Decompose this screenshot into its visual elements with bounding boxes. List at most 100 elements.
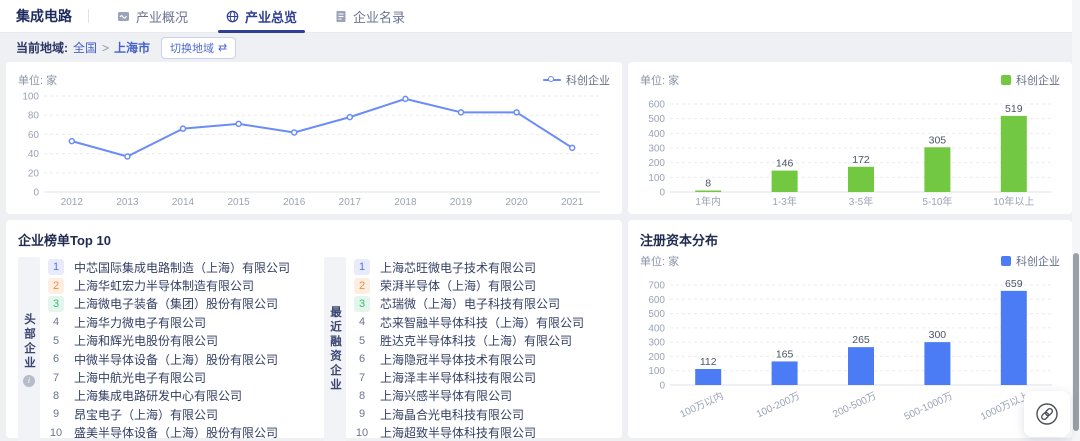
list-item[interactable]: 10 上海超致半导体科技有限公司 [346, 424, 610, 441]
list-item[interactable]: 2荣湃半导体（上海）有限公司 [346, 276, 610, 294]
company-name[interactable]: 昂宝电子（上海）有限公司 [74, 406, 218, 423]
yearly-trend-line-chart: 0204060801002012201320142015201620172018… [18, 90, 610, 210]
rank-badge: 2 [48, 278, 64, 294]
svg-text:200: 200 [648, 352, 665, 363]
list-rows: 1 上海芯旺微电子技术有限公司2荣湃半导体（上海）有限公司3芯瑞微（上海）电子科技… [346, 257, 610, 441]
list-item[interactable]: 10盛美半导体设备（上海）股份有限公司 [40, 424, 304, 441]
list-item[interactable]: 1 上海芯旺微电子技术有限公司 [346, 258, 610, 276]
svg-text:2015: 2015 [227, 197, 250, 208]
square-legend-marker [1001, 256, 1011, 266]
vertical-scrollbar [1072, 0, 1080, 441]
company-name[interactable]: 芯来智融半导体科技（上海）有限公司 [380, 314, 584, 331]
line-legend-marker [543, 75, 561, 85]
list-side-label-column: 最近融资企业 [324, 257, 346, 441]
rank-badge: 6 [354, 351, 370, 367]
rank-badge: 1 [354, 259, 370, 275]
company-name[interactable]: 上海集成电路研发中心有限公司 [74, 387, 242, 404]
company-name[interactable]: 荣湃半导体（上海）有限公司 [380, 277, 536, 294]
company-name[interactable]: 上海芯旺微电子技术有限公司 [380, 259, 536, 276]
list-item[interactable]: 4芯来智融半导体科技（上海）有限公司 [346, 313, 610, 331]
list-item[interactable]: 8上海集成电路研发中心有限公司 [40, 387, 304, 405]
company-name[interactable]: 中芯国际集成电路制造（上海）有限公司 [74, 259, 290, 276]
svg-text:20: 20 [28, 168, 40, 179]
svg-text:10年以上: 10年以上 [993, 195, 1034, 208]
top10-panel: 企业榜单Top 10 头部企业 i 1中芯国际集成电路制造（上海）有限公司2上海… [6, 220, 622, 438]
company-name[interactable]: 上海超致半导体科技有限公司 [380, 424, 536, 441]
list-item[interactable]: 1 中芯国际集成电路制造（上海）有限公司 [40, 258, 304, 276]
floating-link-button[interactable] [1024, 391, 1070, 437]
capital-legend[interactable]: 科创企业 [1001, 253, 1060, 269]
list-item[interactable]: 7上海中航光电子有限公司 [40, 368, 304, 386]
svg-text:100-200万: 100-200万 [755, 391, 802, 421]
rank-badge: 1 [48, 259, 64, 275]
list-rows: 1 中芯国际集成电路制造（上海）有限公司 2 上海华虹宏力半导体制造有限公司3上海微电… [40, 257, 304, 441]
scrollbar-thumb[interactable] [1073, 253, 1079, 431]
svg-text:100: 100 [648, 366, 665, 377]
rank-badge: 7 [354, 370, 370, 386]
list-item[interactable]: 4 上海华力微电子有限公司 [40, 313, 304, 331]
list-item[interactable]: 5 上海和辉光电股份有限公司 [40, 332, 304, 350]
svg-text:3-5年: 3-5年 [849, 195, 873, 208]
svg-text:100: 100 [648, 173, 665, 184]
list-item[interactable]: 8 上海兴感半导体有限公司 [346, 387, 610, 405]
rank-badge: 4 [48, 314, 64, 330]
list-item[interactable]: 9 上海晶合光电科技有限公司 [346, 405, 610, 423]
svg-text:2016: 2016 [283, 197, 306, 208]
rank-badge: 5 [48, 333, 64, 349]
company-name[interactable]: 盛美半导体设备（上海）股份有限公司 [74, 424, 278, 441]
list-item[interactable]: 5胜达克半导体科技（上海）有限公司 [346, 332, 610, 350]
switch-region-button[interactable]: 切换地域 ⇄ [161, 37, 236, 59]
tab-industry-overview[interactable]: 产业总览 [218, 0, 305, 33]
line-legend[interactable]: 科创企业 [543, 72, 610, 88]
list-item[interactable]: 7 上海泽丰半导体科技有限公司 [346, 368, 610, 386]
rank-badge: 8 [354, 388, 370, 404]
registered-capital-panel: 注册资本分布 单位: 家 科创企业 0100200300400500600700… [628, 220, 1072, 438]
location-root-link[interactable]: 全国 [73, 39, 97, 56]
svg-text:2017: 2017 [339, 197, 362, 208]
list-item[interactable]: 3上海微电子装备（集团）股份有限公司 [40, 295, 304, 313]
company-name[interactable]: 上海华力微电子有限公司 [74, 314, 206, 331]
svg-text:165: 165 [776, 348, 794, 360]
svg-text:2014: 2014 [172, 197, 195, 208]
list-item[interactable]: 6 上海隐冠半导体技术有限公司 [346, 350, 610, 368]
company-name[interactable]: 上海兴感半导体有限公司 [380, 387, 512, 404]
svg-text:300: 300 [929, 329, 947, 341]
svg-text:8: 8 [705, 178, 711, 190]
company-name[interactable]: 上海华虹宏力半导体制造有限公司 [74, 277, 254, 294]
tab-industry-profile[interactable]: 产业概况 [109, 0, 196, 33]
panel-title: 企业榜单Top 10 [18, 230, 610, 249]
company-name[interactable]: 上海隐冠半导体技术有限公司 [380, 351, 536, 368]
company-name[interactable]: 上海泽丰半导体科技有限公司 [380, 369, 536, 386]
list-item[interactable]: 3芯瑞微（上海）电子科技有限公司 [346, 295, 610, 313]
establishment-age-bar-chart: 010020030040050060081年内1461-3年1723-5年305… [640, 90, 1060, 210]
svg-text:305: 305 [929, 134, 947, 146]
directory-icon [335, 10, 347, 23]
company-name[interactable]: 芯瑞微（上海）电子科技有限公司 [380, 295, 560, 312]
company-name[interactable]: 中微半导体设备（上海）股份有限公司 [74, 351, 278, 368]
company-name[interactable]: 胜达克半导体科技（上海）有限公司 [380, 332, 572, 349]
tab-company-directory[interactable]: 企业名录 [327, 0, 413, 33]
company-name[interactable]: 上海和辉光电股份有限公司 [74, 332, 218, 349]
svg-text:2012: 2012 [61, 197, 84, 208]
age-legend[interactable]: 科创企业 [1001, 72, 1060, 88]
svg-text:500-1000万: 500-1000万 [903, 391, 955, 423]
svg-text:0: 0 [659, 381, 665, 392]
svg-text:500: 500 [648, 309, 665, 320]
svg-text:2019: 2019 [450, 197, 473, 208]
top-navbar: 集成电路 产业概况 产业总览 企业名录 [0, 0, 1080, 33]
list-item[interactable]: 2 上海华虹宏力半导体制造有限公司 [40, 276, 304, 294]
rank-badge: 9 [354, 406, 370, 422]
company-name[interactable]: 上海晶合光电科技有限公司 [380, 406, 524, 423]
swap-icon: ⇄ [218, 41, 227, 54]
company-name[interactable]: 上海中航光电子有限公司 [74, 369, 206, 386]
svg-text:0: 0 [33, 188, 39, 199]
side-label: 最近融资企业 [327, 306, 343, 393]
rank-badge: 10 [354, 425, 370, 441]
info-icon[interactable]: i [23, 375, 35, 387]
recently-funded-list: 最近融资企业 1 上海芯旺微电子技术有限公司2荣湃半导体（上海）有限公司3芯瑞微（… [324, 257, 610, 441]
company-name[interactable]: 上海微电子装备（集团）股份有限公司 [74, 295, 278, 312]
breadcrumb-separator: > [102, 41, 109, 55]
list-item[interactable]: 6中微半导体设备（上海）股份有限公司 [40, 350, 304, 368]
list-item[interactable]: 9昂宝电子（上海）有限公司 [40, 405, 304, 423]
svg-text:200: 200 [648, 158, 665, 169]
